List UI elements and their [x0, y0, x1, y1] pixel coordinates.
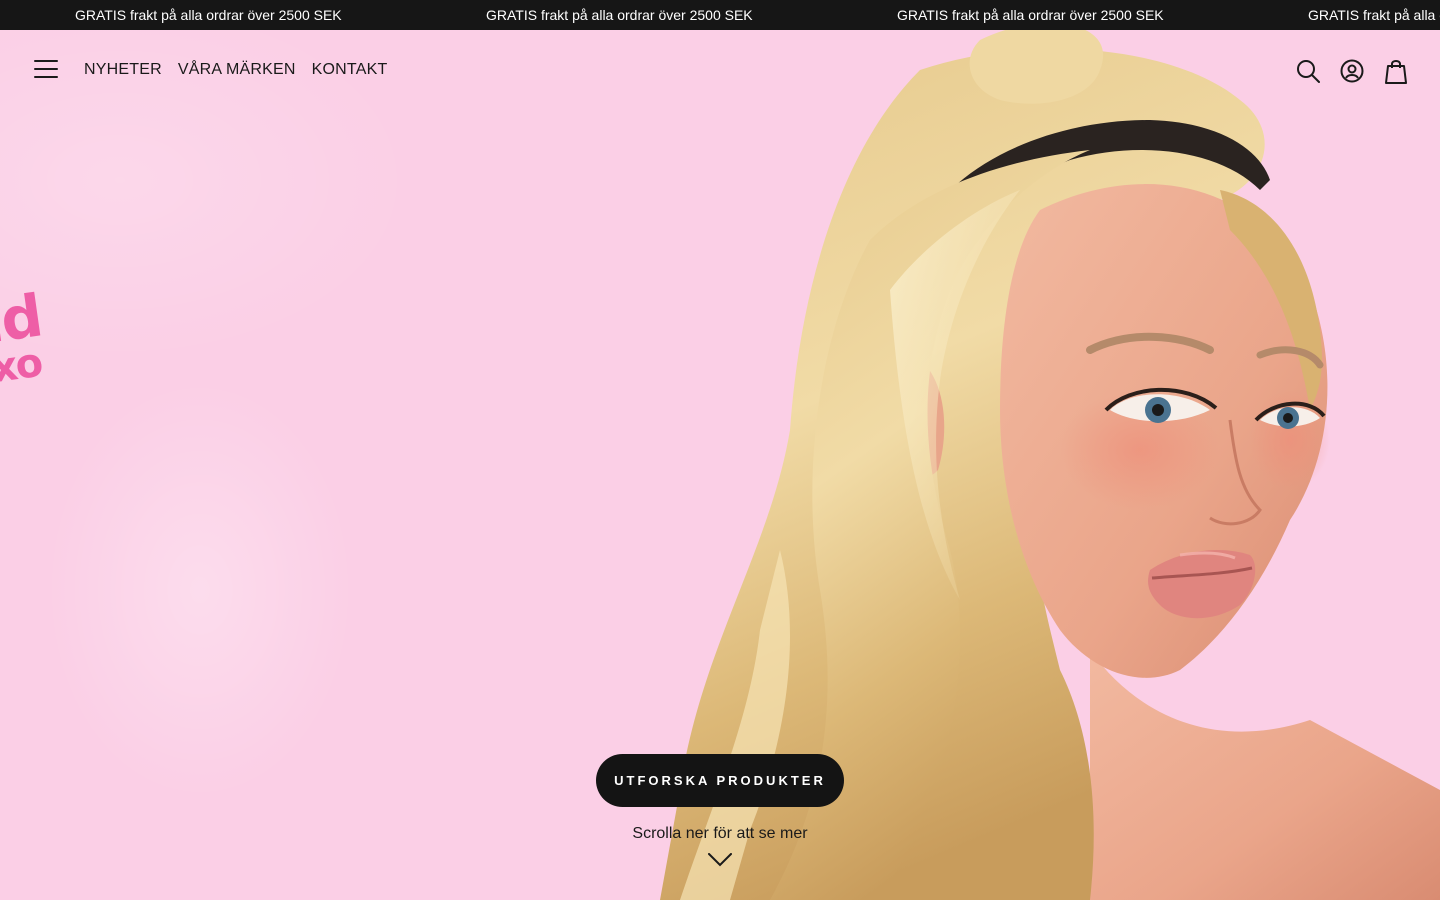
scroll-hint-text: Scrolla ner för att se mer [632, 825, 808, 842]
handwritten-logo-fragment: ld xo [0, 281, 46, 393]
announcement-message: GRATIS frakt på alla o [1308, 7, 1440, 23]
site-header: NYHETER VÅRA MÄRKEN KONTAKT [0, 30, 1440, 114]
announcement-message: GRATIS frakt på alla ordrar över 2500 SE… [486, 7, 753, 23]
nav-item-vara-marken[interactable]: VÅRA MÄRKEN [178, 60, 296, 80]
page: GRATIS frakt på alla ordrar över 2500 SE… [0, 0, 1440, 900]
announcement-bar: GRATIS frakt på alla ordrar över 2500 SE… [0, 0, 1440, 30]
explore-products-button[interactable]: UTFORSKA PRODUKTER [596, 754, 844, 807]
nav-item-nyheter[interactable]: NYHETER [84, 60, 162, 80]
chevron-down-icon[interactable] [708, 853, 732, 867]
cart-icon[interactable] [1384, 58, 1408, 84]
announcement-message: GRATIS frakt på alla ordrar över 2500 SE… [75, 7, 342, 23]
announcement-message: GRATIS frakt på alla ordrar över 2500 SE… [897, 7, 1164, 23]
main-nav: NYHETER VÅRA MÄRKEN KONTAKT [84, 60, 387, 80]
nav-item-kontakt[interactable]: KONTAKT [312, 60, 388, 80]
hamburger-menu-icon[interactable] [34, 60, 58, 80]
search-icon[interactable] [1296, 58, 1320, 84]
header-icons [1296, 58, 1408, 84]
account-icon[interactable] [1340, 58, 1364, 84]
